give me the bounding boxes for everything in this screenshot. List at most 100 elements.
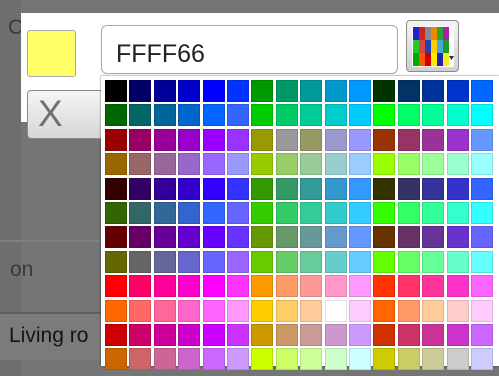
palette-swatch[interactable] [398,104,420,126]
palette-swatch[interactable] [300,153,322,175]
palette-swatch[interactable] [154,178,176,200]
palette-swatch[interactable] [251,80,273,102]
palette-swatch[interactable] [300,104,322,126]
palette-swatch[interactable] [276,129,298,151]
palette-swatch[interactable] [129,80,151,102]
palette-swatch[interactable] [349,226,371,248]
palette-swatch[interactable] [154,104,176,126]
palette-swatch[interactable] [105,153,127,175]
palette-swatch[interactable] [447,104,469,126]
palette-swatch[interactable] [373,226,395,248]
palette-swatch[interactable] [276,226,298,248]
palette-swatch[interactable] [325,324,347,346]
palette-swatch[interactable] [398,226,420,248]
palette-swatch[interactable] [373,80,395,102]
palette-swatch[interactable] [203,129,225,151]
palette-swatch[interactable] [227,275,249,297]
palette-swatch[interactable] [251,153,273,175]
palette-swatch[interactable] [227,153,249,175]
palette-swatch[interactable] [105,275,127,297]
palette-swatch[interactable] [178,178,200,200]
palette-swatch[interactable] [422,178,444,200]
palette-swatch[interactable] [471,104,493,126]
palette-swatch[interactable] [300,251,322,273]
palette-swatch[interactable] [154,202,176,224]
palette-swatch[interactable] [227,80,249,102]
palette-swatch[interactable] [325,202,347,224]
palette-swatch[interactable] [203,324,225,346]
palette-swatch[interactable] [154,251,176,273]
palette-swatch[interactable] [447,153,469,175]
palette-swatch[interactable] [349,202,371,224]
palette-swatch[interactable] [325,348,347,370]
palette-swatch[interactable] [422,324,444,346]
palette-swatch[interactable] [422,104,444,126]
palette-swatch[interactable] [203,251,225,273]
palette-swatch[interactable] [300,80,322,102]
palette-swatch[interactable] [178,251,200,273]
palette-swatch[interactable] [251,324,273,346]
palette-swatch[interactable] [447,251,469,273]
palette-swatch[interactable] [276,202,298,224]
palette-swatch[interactable] [300,300,322,322]
palette-swatch[interactable] [471,178,493,200]
palette-swatch[interactable] [227,129,249,151]
palette-swatch[interactable] [105,80,127,102]
palette-swatch[interactable] [349,153,371,175]
palette-swatch[interactable] [251,251,273,273]
palette-swatch[interactable] [227,202,249,224]
palette-swatch[interactable] [129,153,151,175]
palette-swatch[interactable] [251,348,273,370]
palette-swatch[interactable] [447,178,469,200]
palette-swatch[interactable] [373,104,395,126]
palette-swatch[interactable] [349,129,371,151]
palette-swatch[interactable] [325,129,347,151]
palette-swatch[interactable] [422,80,444,102]
palette-swatch[interactable] [129,129,151,151]
palette-swatch[interactable] [105,178,127,200]
palette-swatch[interactable] [227,300,249,322]
palette-swatch[interactable] [398,129,420,151]
palette-swatch[interactable] [398,348,420,370]
palette-swatch[interactable] [129,275,151,297]
palette-swatch[interactable] [471,251,493,273]
palette-swatch[interactable] [154,129,176,151]
palette-swatch[interactable] [325,300,347,322]
palette-swatch[interactable] [154,80,176,102]
palette-swatch[interactable] [178,324,200,346]
palette-swatch[interactable] [398,202,420,224]
palette-swatch[interactable] [251,300,273,322]
palette-swatch[interactable] [154,300,176,322]
palette-swatch[interactable] [178,202,200,224]
palette-swatch[interactable] [203,202,225,224]
palette-toggle-button[interactable] [406,20,459,72]
palette-swatch[interactable] [276,153,298,175]
palette-swatch[interactable] [398,324,420,346]
palette-swatch[interactable] [154,275,176,297]
palette-swatch[interactable] [203,178,225,200]
palette-swatch[interactable] [178,226,200,248]
palette-swatch[interactable] [129,226,151,248]
palette-swatch[interactable] [422,226,444,248]
palette-swatch[interactable] [349,348,371,370]
palette-swatch[interactable] [178,129,200,151]
palette-swatch[interactable] [373,324,395,346]
palette-swatch[interactable] [178,275,200,297]
palette-swatch[interactable] [325,251,347,273]
palette-swatch[interactable] [227,251,249,273]
palette-swatch[interactable] [447,348,469,370]
palette-swatch[interactable] [349,178,371,200]
palette-swatch[interactable] [422,202,444,224]
palette-swatch[interactable] [203,80,225,102]
palette-swatch[interactable] [178,104,200,126]
palette-swatch[interactable] [276,251,298,273]
palette-swatch[interactable] [300,202,322,224]
palette-swatch[interactable] [422,300,444,322]
palette-swatch[interactable] [349,104,371,126]
palette-swatch[interactable] [251,129,273,151]
palette-swatch[interactable] [300,226,322,248]
palette-swatch[interactable] [373,178,395,200]
palette-swatch[interactable] [300,324,322,346]
palette-swatch[interactable] [105,226,127,248]
palette-swatch[interactable] [203,300,225,322]
